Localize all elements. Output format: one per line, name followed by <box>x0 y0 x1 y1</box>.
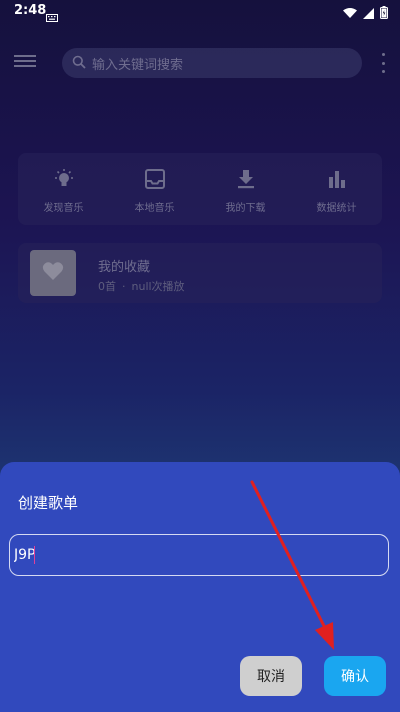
favorites-separator: · <box>122 280 126 293</box>
favorites-plays: null次播放 <box>131 280 185 293</box>
wifi-icon <box>343 4 357 23</box>
lightbulb-icon <box>52 167 76 191</box>
search-bar[interactable]: 输入关键词搜索 <box>62 48 362 78</box>
inbox-icon <box>143 167 167 191</box>
quick-action-label: 本地音乐 <box>134 203 175 214</box>
quick-action-downloads[interactable]: 我的下载 <box>200 153 291 225</box>
favorites-stats: 0首 · null次播放 <box>98 278 191 294</box>
quick-action-discover[interactable]: 发现音乐 <box>18 153 109 225</box>
more-options-button[interactable] <box>380 53 386 73</box>
download-icon <box>234 167 258 191</box>
text-cursor <box>34 546 35 564</box>
app-bar: 输入关键词搜索 <box>0 40 400 84</box>
favorites-count: 0首 <box>98 280 116 293</box>
favorites-cover <box>30 250 76 296</box>
status-time: 2:48 <box>14 3 47 18</box>
bar-chart-icon <box>325 167 349 191</box>
battery-icon <box>380 4 388 23</box>
quick-action-local-music[interactable]: 本地音乐 <box>109 153 200 225</box>
search-placeholder: 输入关键词搜索 <box>92 57 184 73</box>
quick-action-label: 我的下载 <box>225 203 266 214</box>
favorites-title: 我的收藏 <box>98 260 151 275</box>
cancel-button[interactable]: 取消 <box>240 656 302 696</box>
confirm-button[interactable]: 确认 <box>324 656 386 696</box>
keyboard-icon <box>46 7 58 26</box>
favorites-card[interactable]: 我的收藏 0首 · null次播放 <box>18 243 382 303</box>
menu-button[interactable] <box>14 52 36 70</box>
search-icon <box>72 54 86 73</box>
quick-action-statistics[interactable]: 数据统计 <box>291 153 382 225</box>
quick-action-label: 发现音乐 <box>43 203 84 214</box>
status-icons <box>343 4 388 23</box>
signal-icon <box>363 4 374 23</box>
quick-actions-card: 发现音乐 本地音乐 我的下载 数据统计 <box>18 153 382 225</box>
playlist-name-input[interactable] <box>9 534 389 576</box>
quick-action-label: 数据统计 <box>316 203 357 214</box>
heart-icon <box>42 261 64 285</box>
create-playlist-sheet: 创建歌单 取消 确认 <box>0 462 400 712</box>
status-bar: 2:48 <box>0 0 400 24</box>
sheet-title: 创建歌单 <box>18 494 79 512</box>
